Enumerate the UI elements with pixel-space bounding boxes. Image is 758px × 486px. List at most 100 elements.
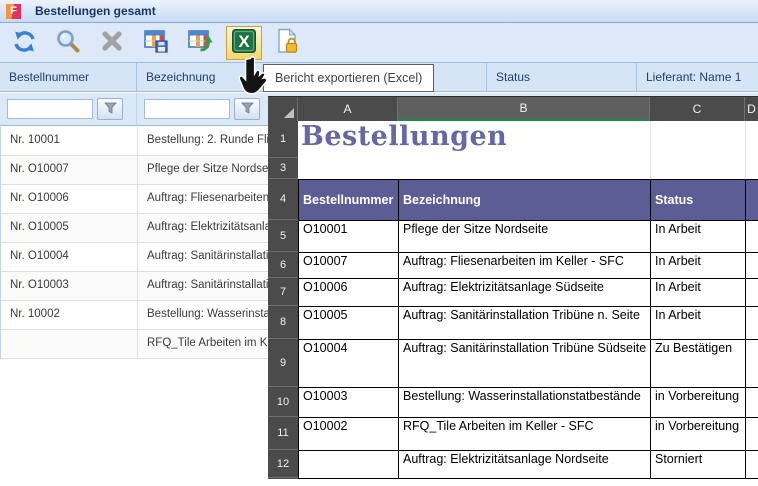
row-number[interactable]: 1	[268, 121, 298, 158]
report-lock-icon	[276, 28, 300, 57]
save-grid-button[interactable]	[138, 26, 174, 60]
sheet-header-row: Bestellnummer Bezeichnung Status	[299, 180, 758, 221]
refresh-icon	[12, 29, 37, 57]
sheet-header-bestellnummer[interactable]: Bestellnummer	[299, 180, 399, 221]
cell-bestellnummer: Nr. O10004	[1, 243, 138, 271]
sheet-cell[interactable]: O10007	[299, 253, 399, 279]
sheet-cell[interactable]: O10004	[299, 340, 399, 388]
column-header-lieferant[interactable]: Lieferant: Name 1	[637, 63, 758, 91]
sheet-cell[interactable]: RFQ_Tile Arbeiten im Keller - SFC	[399, 418, 651, 451]
search-button[interactable]	[50, 26, 86, 60]
sheet-cell[interactable]: In Arbeit	[651, 221, 746, 253]
row-number[interactable]: 4	[268, 179, 298, 220]
sheet-cell[interactable]: In Arbeit	[651, 307, 746, 340]
row-number[interactable]: 10	[268, 387, 298, 417]
sheet-cell-d[interactable]	[746, 307, 758, 340]
sheet-cell[interactable]: Auftrag: Fliesenarbeiten im Keller - SFC	[399, 253, 651, 279]
hand-cursor-icon	[237, 55, 271, 102]
funnel-icon	[104, 102, 117, 117]
row-number[interactable]: 12	[268, 450, 298, 478]
sheet-cell-d[interactable]	[746, 340, 758, 388]
delete-icon	[101, 30, 123, 55]
report-lock-button[interactable]	[270, 26, 306, 60]
sheet-cell-d[interactable]	[746, 221, 758, 253]
refresh-button[interactable]	[6, 26, 42, 60]
sheet-header-status[interactable]: Status	[651, 180, 746, 221]
sheet-cell[interactable]: O10001	[299, 221, 399, 253]
sheet-cell-d[interactable]	[746, 388, 758, 418]
delete-button[interactable]	[94, 26, 130, 60]
sheet-row[interactable]: O10007 Auftrag: Fliesenarbeiten im Kelle…	[299, 253, 758, 279]
app-logo-icon: F	[6, 4, 21, 19]
cell-bestellnummer: Nr. O10003	[1, 272, 138, 300]
row-number[interactable]: 8	[268, 306, 298, 339]
sheet-cell[interactable]: Pflege der Sitze Nordseite	[399, 221, 651, 253]
sheet-header-bezeichnung[interactable]: Bezeichnung	[399, 180, 651, 221]
sheet-cell[interactable]: In Arbeit	[651, 279, 746, 307]
row-number[interactable]: 9	[268, 339, 298, 387]
sheet-row[interactable]: O10005 Auftrag: Sanitärinstallation Trib…	[299, 307, 758, 340]
excel-column-header-strip: A B C D	[268, 97, 758, 121]
excel-preview-window: A B C D 1 3 4 5 6 7 8 9 10 11 12 Bestell…	[268, 96, 758, 477]
sheet-cell[interactable]: in Vorbereitung	[651, 418, 746, 451]
sheet-cell-d[interactable]	[746, 451, 758, 479]
row-number[interactable]: 5	[268, 220, 298, 252]
filter-input-bestellnummer[interactable]	[7, 99, 93, 119]
sheet-row[interactable]: O10004 Auftrag: Sanitärinstallation Trib…	[299, 340, 758, 388]
row-number[interactable]: 11	[268, 417, 298, 450]
tooltip-text: Bericht exportieren (Excel)	[275, 71, 422, 85]
sheet-cell-d[interactable]	[746, 253, 758, 279]
column-header-status[interactable]: Status	[487, 63, 637, 91]
column-letter-d[interactable]: D	[745, 97, 758, 121]
gridline	[745, 121, 746, 179]
sheet-cell[interactable]: Auftrag: Sanitärinstallation Tribüne n. …	[399, 307, 651, 340]
filter-input-bezeichnung[interactable]	[144, 99, 230, 119]
sheet-title-row[interactable]: Bestellungen	[298, 121, 758, 158]
window-titlebar: F Bestellungen gesamt	[0, 0, 758, 23]
cell-bestellnummer: Nr. O10006	[1, 185, 138, 213]
sheet-cell[interactable]: Storniert	[651, 451, 746, 479]
row-number[interactable]: 7	[268, 278, 298, 306]
excel-sheet-area: Bestellungen Bestellnummer Bezeichnung S…	[298, 121, 758, 479]
sheet-table: Bestellnummer Bezeichnung Status O10001 …	[298, 179, 758, 479]
sheet-cell-d[interactable]	[746, 279, 758, 307]
sheet-cell[interactable]: Auftrag: Elektrizitätsanlage Südseite	[399, 279, 651, 307]
sheet-cell[interactable]: in Vorbereitung	[651, 388, 746, 418]
cell-bestellnummer: Nr. O10007	[1, 156, 138, 184]
sheet-cell[interactable]: Auftrag: Sanitärinstallation Tribüne Süd…	[399, 340, 651, 388]
sheet-cell[interactable]: Zu Bestätigen	[651, 340, 746, 388]
column-letter-a[interactable]: A	[298, 97, 398, 121]
excel-row-number-gutter: 1 3 4 5 6 7 8 9 10 11 12	[268, 121, 298, 479]
sheet-row[interactable]: O10006 Auftrag: Elektrizitätsanlage Süds…	[299, 279, 758, 307]
sheet-cell[interactable]: In Arbeit	[651, 253, 746, 279]
filter-cell-bestellnummer	[0, 93, 137, 125]
sheet-row[interactable]: Auftrag: Elektrizitätsanlage Nordseite S…	[299, 451, 758, 479]
sheet-row[interactable]: O10002 RFQ_Tile Arbeiten im Keller - SFC…	[299, 418, 758, 451]
gridline	[650, 121, 651, 179]
export-grid-button[interactable]	[182, 26, 218, 60]
column-header-bestellnummer[interactable]: Bestellnummer	[0, 63, 137, 91]
sheet-cell[interactable]: O10003	[299, 388, 399, 418]
sheet-cell[interactable]	[299, 451, 399, 479]
sheet-cell[interactable]: O10006	[299, 279, 399, 307]
sheet-header-d-sliver	[746, 180, 758, 221]
cell-bestellnummer: Nr. 10002	[1, 301, 138, 329]
sheet-cell-d[interactable]	[746, 418, 758, 451]
filter-funnel-button-bestellnummer[interactable]	[97, 98, 123, 120]
sheet-cell[interactable]: Bestellung: Wasserinstallationstatbestän…	[399, 388, 651, 418]
sheet-cell[interactable]: O10005	[299, 307, 399, 340]
row-number[interactable]: 3	[268, 158, 298, 179]
row-number[interactable]: 6	[268, 252, 298, 278]
sheet-cell[interactable]: Auftrag: Elektrizitätsanlage Nordseite	[399, 451, 651, 479]
sheet-empty-row[interactable]	[298, 158, 758, 179]
save-grid-icon	[143, 28, 169, 57]
sheet-cell[interactable]: O10002	[299, 418, 399, 451]
tooltip: Bericht exportieren (Excel)	[263, 64, 434, 92]
sheet-row[interactable]: O10003 Bestellung: Wasserinstallationsta…	[299, 388, 758, 418]
column-letter-c[interactable]: C	[650, 97, 745, 121]
select-all-corner[interactable]	[268, 97, 298, 121]
svg-text:X: X	[238, 32, 250, 51]
toolbar: X	[0, 23, 758, 62]
column-letter-b[interactable]: B	[398, 97, 650, 121]
sheet-row[interactable]: O10001 Pflege der Sitze Nordseite In Arb…	[299, 221, 758, 253]
